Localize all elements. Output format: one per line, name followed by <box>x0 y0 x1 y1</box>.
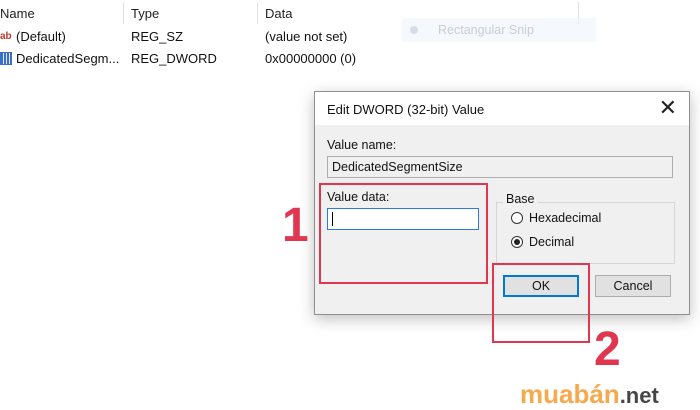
watermark-brand: muabán <box>520 379 620 409</box>
annotation-box-step-1 <box>319 183 488 284</box>
column-divider[interactable] <box>257 2 258 24</box>
column-header-data[interactable]: Data <box>265 6 292 21</box>
registry-value-type: REG_DWORD <box>131 51 217 66</box>
registry-value-name: DedicatedSegm... <box>16 51 120 66</box>
column-divider[interactable] <box>123 2 124 24</box>
decimal-label[interactable]: Decimal <box>529 235 574 249</box>
base-label: Base <box>503 192 538 206</box>
column-header-type[interactable]: Type <box>131 6 159 21</box>
hexadecimal-label[interactable]: Hexadecimal <box>529 211 601 225</box>
value-name-label: Value name: <box>327 138 397 152</box>
watermark-suffix: .net <box>619 383 659 408</box>
decimal-radio[interactable] <box>511 236 523 248</box>
registry-value-name: (Default) <box>16 29 66 44</box>
watermark-logo: muabán.net <box>520 380 659 410</box>
registry-value-data: 0x00000000 (0) <box>265 51 357 66</box>
registry-value-type: REG_SZ <box>131 29 184 44</box>
dialog-titlebar[interactable]: Edit DWORD (32-bit) Value ✕ <box>315 92 689 125</box>
value-name-text: DedicatedSegmentSize <box>332 160 463 174</box>
cancel-button[interactable]: Cancel <box>595 275 671 297</box>
snip-toolbar[interactable]: Rectangular Snip <box>402 18 596 42</box>
close-icon[interactable]: ✕ <box>659 96 677 120</box>
value-name-field: DedicatedSegmentSize <box>327 156 673 178</box>
dialog-title: Edit DWORD (32-bit) Value <box>327 102 485 117</box>
annotation-box-step-2 <box>492 263 590 343</box>
annotation-number-2: 2 <box>594 323 621 376</box>
column-header-name[interactable]: Name <box>0 6 35 21</box>
string-value-icon: ab <box>0 31 12 42</box>
snip-mode-label: Rectangular Snip <box>438 23 534 37</box>
registry-row-dedicated-segment[interactable]: DedicatedSegm... REG_DWORD 0x00000000 (0… <box>0 48 580 70</box>
hexadecimal-radio[interactable] <box>511 212 523 224</box>
binary-value-icon <box>0 52 12 65</box>
registry-value-data: (value not set) <box>265 29 348 44</box>
snip-mode-icon <box>410 26 418 34</box>
annotation-number-1: 1 <box>282 199 309 252</box>
